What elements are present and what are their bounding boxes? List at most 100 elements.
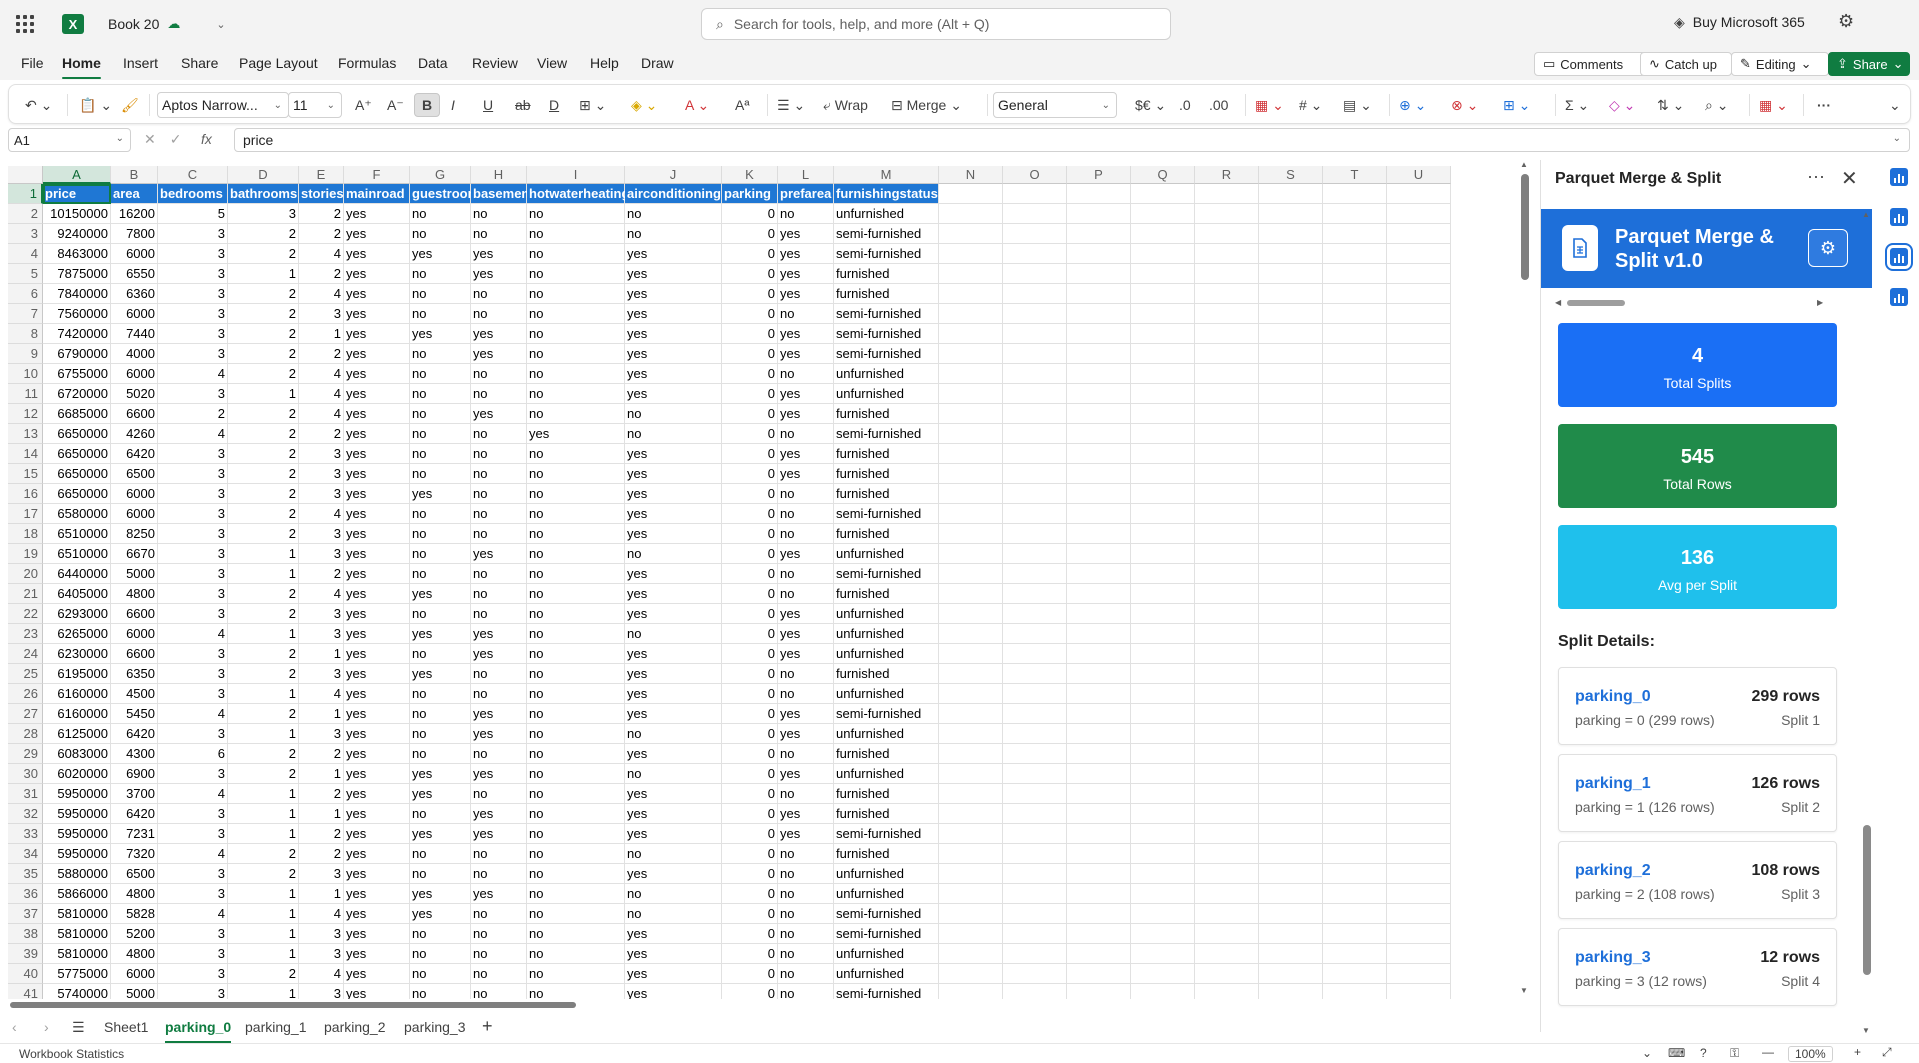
- table-cell[interactable]: 0: [722, 604, 778, 624]
- table-cell[interactable]: 3: [158, 964, 228, 984]
- table-cell[interactable]: yes: [471, 884, 527, 904]
- row-header[interactable]: 2: [8, 204, 43, 224]
- table-cell[interactable]: semi-furnished: [834, 504, 939, 524]
- empty-cell[interactable]: [1131, 244, 1195, 264]
- empty-cell[interactable]: [1195, 624, 1259, 644]
- table-cell[interactable]: no: [471, 864, 527, 884]
- table-cell[interactable]: 2: [228, 644, 299, 664]
- empty-cell[interactable]: [939, 304, 1003, 324]
- row-header[interactable]: 24: [8, 644, 43, 664]
- table-cell[interactable]: no: [471, 744, 527, 764]
- table-cell[interactable]: 0: [722, 624, 778, 644]
- empty-cell[interactable]: [1387, 584, 1451, 604]
- text-effects-icon[interactable]: Aª: [735, 93, 750, 117]
- addin-settings-gear-icon[interactable]: ⚙: [1808, 229, 1848, 267]
- empty-cell[interactable]: [1259, 824, 1323, 844]
- empty-cell[interactable]: [1387, 304, 1451, 324]
- empty-cell[interactable]: [1259, 344, 1323, 364]
- row-header[interactable]: 33: [8, 824, 43, 844]
- app-launcher-icon[interactable]: [14, 13, 36, 35]
- search-box[interactable]: ⌕ Search for tools, help, and more (Alt …: [701, 8, 1171, 40]
- empty-cell[interactable]: [1131, 324, 1195, 344]
- table-cell[interactable]: 0: [722, 224, 778, 244]
- table-cell[interactable]: no: [410, 984, 471, 999]
- table-cell[interactable]: yes: [344, 544, 410, 564]
- table-cell[interactable]: 3: [299, 304, 344, 324]
- empty-cell[interactable]: [1259, 444, 1323, 464]
- table-cell[interactable]: no: [410, 384, 471, 404]
- empty-cell[interactable]: [1067, 284, 1131, 304]
- empty-cell[interactable]: [1067, 924, 1131, 944]
- empty-cell[interactable]: [1195, 944, 1259, 964]
- empty-cell[interactable]: [1195, 744, 1259, 764]
- empty-cell[interactable]: [1195, 604, 1259, 624]
- table-cell[interactable]: yes: [410, 824, 471, 844]
- table-cell[interactable]: no: [471, 564, 527, 584]
- empty-cell[interactable]: [1003, 224, 1067, 244]
- row-header[interactable]: 4: [8, 244, 43, 264]
- table-cell[interactable]: yes: [471, 724, 527, 744]
- table-cell[interactable]: 3700: [111, 784, 158, 804]
- empty-cell[interactable]: [1195, 544, 1259, 564]
- table-cell[interactable]: yes: [778, 604, 834, 624]
- table-cell[interactable]: 2: [228, 844, 299, 864]
- table-cell[interactable]: 6500: [111, 464, 158, 484]
- menu-help[interactable]: Help: [590, 55, 619, 71]
- empty-cell[interactable]: [1131, 364, 1195, 384]
- table-cell[interactable]: 2: [228, 344, 299, 364]
- table-cell[interactable]: yes: [471, 244, 527, 264]
- empty-cell[interactable]: [1067, 824, 1131, 844]
- empty-cell[interactable]: [1195, 504, 1259, 524]
- table-cell[interactable]: yes: [625, 924, 722, 944]
- table-cell[interactable]: 3: [158, 664, 228, 684]
- empty-cell[interactable]: [1323, 824, 1387, 844]
- table-cell[interactable]: 4500: [111, 684, 158, 704]
- table-cell[interactable]: 6755000: [43, 364, 111, 384]
- table-cell[interactable]: 4300: [111, 744, 158, 764]
- empty-cell[interactable]: [1003, 644, 1067, 664]
- empty-cell[interactable]: [1259, 964, 1323, 984]
- table-cell[interactable]: yes: [344, 684, 410, 704]
- table-cell[interactable]: no: [527, 624, 625, 644]
- font-size-select[interactable]: 11 ⌄: [288, 92, 342, 118]
- table-cell[interactable]: no: [410, 444, 471, 464]
- table-cell[interactable]: yes: [625, 384, 722, 404]
- table-cell[interactable]: yes: [410, 784, 471, 804]
- table-cell[interactable]: 7231: [111, 824, 158, 844]
- empty-cell[interactable]: [1003, 604, 1067, 624]
- empty-cell[interactable]: [1131, 864, 1195, 884]
- empty-cell[interactable]: [1067, 224, 1131, 244]
- table-cell[interactable]: semi-furnished: [834, 304, 939, 324]
- table-cell[interactable]: no: [471, 684, 527, 704]
- table-cell[interactable]: yes: [344, 224, 410, 244]
- empty-cell[interactable]: [1323, 784, 1387, 804]
- row-header[interactable]: 5: [8, 264, 43, 284]
- table-cell[interactable]: 3: [158, 544, 228, 564]
- empty-cell[interactable]: [1323, 924, 1387, 944]
- empty-cell[interactable]: [1195, 784, 1259, 804]
- table-cell[interactable]: 2: [228, 704, 299, 724]
- table-cell[interactable]: no: [527, 304, 625, 324]
- empty-cell[interactable]: [1387, 444, 1451, 464]
- empty-cell[interactable]: [1131, 464, 1195, 484]
- empty-cell[interactable]: [1259, 944, 1323, 964]
- row-header[interactable]: 6: [8, 284, 43, 304]
- empty-cell[interactable]: [1323, 624, 1387, 644]
- table-cell[interactable]: unfurnished: [834, 724, 939, 744]
- table-cell[interactable]: yes: [625, 944, 722, 964]
- table-cell[interactable]: 0: [722, 264, 778, 284]
- empty-cell[interactable]: [1067, 444, 1131, 464]
- table-cell[interactable]: yes: [344, 624, 410, 644]
- column-header[interactable]: F: [344, 166, 410, 184]
- table-cell[interactable]: 6600: [111, 604, 158, 624]
- table-cell[interactable]: no: [471, 484, 527, 504]
- next-sheet-icon[interactable]: ›: [44, 1019, 49, 1035]
- table-cell[interactable]: yes: [344, 404, 410, 424]
- table-cell[interactable]: no: [527, 264, 625, 284]
- double-underline-icon[interactable]: D: [549, 93, 559, 117]
- table-cell[interactable]: 0: [722, 204, 778, 224]
- table-cell[interactable]: 2: [228, 604, 299, 624]
- header-cell[interactable]: prefarea: [778, 184, 834, 204]
- table-cell[interactable]: no: [410, 604, 471, 624]
- table-cell[interactable]: no: [527, 324, 625, 344]
